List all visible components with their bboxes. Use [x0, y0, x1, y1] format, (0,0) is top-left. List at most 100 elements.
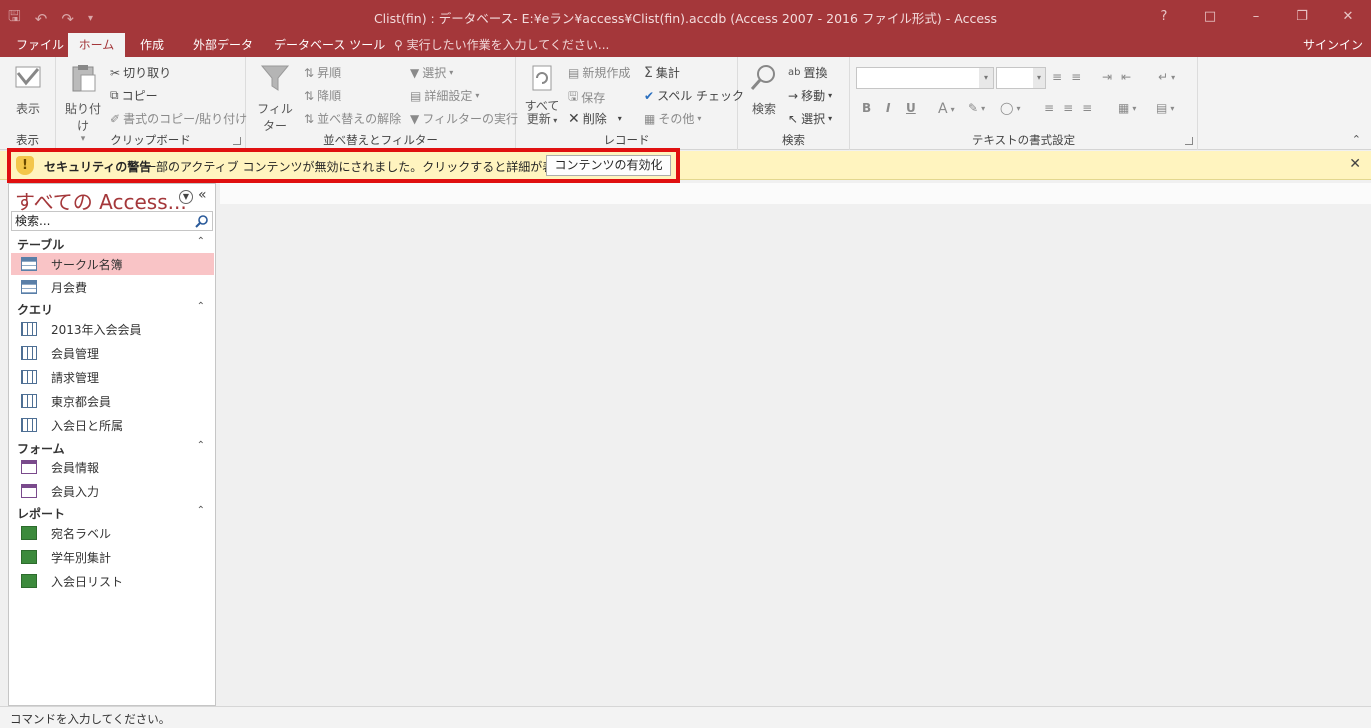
restore-icon[interactable]: ❐	[1279, 0, 1325, 33]
tab-file[interactable]: ファイル	[6, 33, 74, 57]
font-name-dropdown-icon[interactable]: ▾	[979, 68, 993, 88]
list-buttons[interactable]: ≡ ≡	[1052, 70, 1087, 84]
nav-section-queries[interactable]: クエリ ⌃	[9, 299, 215, 319]
underline-button[interactable]: U	[906, 101, 916, 115]
alternate-row-color-icon[interactable]: ▦ ▾	[1118, 101, 1136, 115]
minimize-icon[interactable]: –	[1233, 0, 1279, 33]
close-icon[interactable]: ✕	[1325, 0, 1371, 33]
clipboard-launcher-icon[interactable]	[233, 137, 241, 145]
fill-color-icon[interactable]: ◯ ▾	[1000, 101, 1020, 115]
nav-item-circle-roster[interactable]: サークル名簿	[11, 253, 214, 275]
signin-link[interactable]: サインイン	[1303, 33, 1363, 57]
indent-buttons[interactable]: ⇥ ⇤	[1102, 70, 1137, 84]
more-button[interactable]: ▦ その他 ▾	[644, 110, 701, 127]
collapse-ribbon-icon[interactable]: ⌃	[1352, 133, 1361, 146]
query-icon	[21, 346, 37, 360]
clear-sort-button[interactable]: ⇅ 並べ替えの解除	[304, 110, 401, 127]
font-size-combobox[interactable]: ▾	[996, 67, 1046, 89]
nav-item-report[interactable]: 学年別集計	[11, 546, 214, 568]
nav-item-query[interactable]: 入会日と所属	[11, 414, 214, 436]
tab-create[interactable]: 作成	[130, 33, 174, 57]
bold-button[interactable]: B	[862, 101, 871, 115]
align-buttons[interactable]: ≡ ≡ ≡	[1044, 101, 1098, 115]
spelling-button[interactable]: ✔ スペル チェック	[644, 87, 744, 104]
close-warning-icon[interactable]: ✕	[1349, 156, 1361, 172]
highlight-color-icon[interactable]: ✎ ▾	[968, 101, 985, 115]
new-record-button[interactable]: ▤ 新規作成	[568, 64, 630, 81]
nav-item-form[interactable]: 会員情報	[11, 456, 214, 478]
align-center-icon[interactable]: ≡	[1063, 101, 1079, 115]
nav-item-report[interactable]: 宛名ラベル	[11, 522, 214, 544]
bullets-icon[interactable]: ≡	[1052, 70, 1068, 84]
group-label-clipboard: クリップボード	[110, 133, 191, 147]
format-painter-button[interactable]: ✐ 書式のコピー/貼り付け	[110, 110, 247, 127]
sort-ascending-button[interactable]: ⇅ 昇順	[304, 64, 341, 81]
nav-collapse-icon[interactable]: «	[198, 187, 207, 203]
advanced-filter-button[interactable]: ▤ 詳細設定 ▾	[410, 87, 479, 104]
view-button[interactable]: 表示	[6, 63, 50, 117]
copy-button[interactable]: ⧉ コピー	[110, 87, 158, 104]
group-view: 表示 表示	[0, 57, 56, 150]
align-left-icon[interactable]: ≡	[1044, 101, 1060, 115]
tab-home[interactable]: ホーム	[68, 33, 125, 57]
title-bar: 🖫 ↶ ↷ ▾ Clist(fin) : データベース- E:¥eラン¥acce…	[0, 0, 1371, 33]
selection-filter-icon: ▼	[410, 65, 420, 80]
font-size-dropdown-icon[interactable]: ▾	[1033, 68, 1045, 88]
ribbon-display-icon[interactable]: □	[1187, 0, 1233, 33]
nav-search-input[interactable]	[12, 212, 190, 230]
nav-item-query[interactable]: 2013年入会会員	[11, 318, 214, 340]
nav-item-query[interactable]: 請求管理	[11, 366, 214, 388]
numbering-icon[interactable]: ≡	[1071, 70, 1087, 84]
save-record-button[interactable]: 🖫 保存	[568, 87, 605, 108]
clipboard-icon	[72, 65, 96, 92]
nav-item-query[interactable]: 会員管理	[11, 342, 214, 364]
group-sort-filter: フィルター ⇅ 昇順 ⇅ 降順 ⇅ 並べ替えの解除 ▼ 選択 ▾ ▤ 詳細設定 ▾ ▼ フィルタ…	[246, 57, 518, 150]
italic-button[interactable]: I	[886, 101, 890, 115]
sort-descending-button[interactable]: ⇅ 降順	[304, 87, 341, 104]
cut-button[interactable]: ✂ 切り取り	[110, 64, 171, 81]
gridlines-icon[interactable]: ▤ ▾	[1156, 101, 1174, 115]
nav-section-tables[interactable]: テーブル ⌃	[9, 234, 215, 254]
tab-external-data[interactable]: 外部データ	[183, 33, 263, 57]
font-color-button[interactable]: A ▾	[938, 101, 955, 117]
sort-descending-icon: ⇅	[304, 88, 315, 103]
align-right-icon[interactable]: ≡	[1082, 101, 1098, 115]
font-name-combobox[interactable]: ▾	[856, 67, 994, 89]
section-collapse-icon[interactable]: ⌃	[197, 505, 205, 516]
nav-item-form[interactable]: 会員入力	[11, 480, 214, 502]
section-collapse-icon[interactable]: ⌃	[197, 301, 205, 312]
help-icon[interactable]: ?	[1141, 0, 1187, 33]
goto-button[interactable]: → 移動 ▾	[788, 87, 832, 104]
find-button[interactable]: 検索	[744, 63, 784, 117]
selection-filter-button[interactable]: ▼ 選択 ▾	[410, 64, 453, 81]
increase-indent-icon[interactable]: ⇥	[1102, 70, 1118, 84]
filter-button[interactable]: フィルター	[252, 63, 298, 134]
nav-section-forms[interactable]: フォーム ⌃	[9, 438, 215, 458]
tell-me-box[interactable]: ⚲ 実行したい作業を入力してください...	[394, 33, 609, 57]
lightbulb-icon: ⚲	[394, 38, 407, 52]
security-warning-bar[interactable]: ! セキュリティの警告 一部のアクティブ コンテンツが無効にされました。クリック…	[0, 148, 1371, 183]
enable-content-button[interactable]: コンテンツの有効化	[546, 155, 671, 176]
query-icon	[21, 370, 37, 384]
totals-button[interactable]: Σ 集計	[644, 64, 680, 81]
select-button[interactable]: ↖ 選択 ▾	[788, 110, 832, 127]
nav-section-reports[interactable]: レポート ⌃	[9, 503, 215, 523]
nav-menu-dropdown-icon[interactable]: ▼	[179, 190, 193, 204]
delete-record-button[interactable]: ✕ 削除 ▾	[568, 110, 622, 127]
refresh-all-button[interactable]: すべて 更新 ▾	[522, 63, 562, 127]
section-collapse-icon[interactable]: ⌃	[197, 440, 205, 451]
text-formatting-launcher-icon[interactable]	[1185, 137, 1193, 145]
group-find: 検索 ab 置換 → 移動 ▾ ↖ 選択 ▾ 検索	[738, 57, 850, 150]
nav-item-monthly-fee[interactable]: 月会費	[11, 276, 214, 298]
ribbon-tabs: ファイル ホーム 作成 外部データ データベース ツール ⚲ 実行したい作業を入…	[0, 33, 1371, 57]
search-icon[interactable]	[195, 214, 209, 228]
decrease-indent-icon[interactable]: ⇤	[1121, 70, 1137, 84]
paragraph-direction-icon[interactable]: ↵ ▾	[1158, 70, 1175, 84]
group-records: すべて 更新 ▾ ▤ 新規作成 🖫 保存 ✕ 削除 ▾ Σ 集計 ✔ スペル チェック ▦ そ…	[516, 57, 744, 150]
tab-database-tools[interactable]: データベース ツール	[264, 33, 395, 57]
nav-item-query[interactable]: 東京都会員	[11, 390, 214, 412]
section-collapse-icon[interactable]: ⌃	[197, 236, 205, 247]
toggle-filter-button[interactable]: ▼ フィルターの実行	[410, 110, 518, 127]
replace-button[interactable]: ab 置換	[788, 64, 828, 81]
nav-item-report[interactable]: 入会日リスト	[11, 570, 214, 592]
